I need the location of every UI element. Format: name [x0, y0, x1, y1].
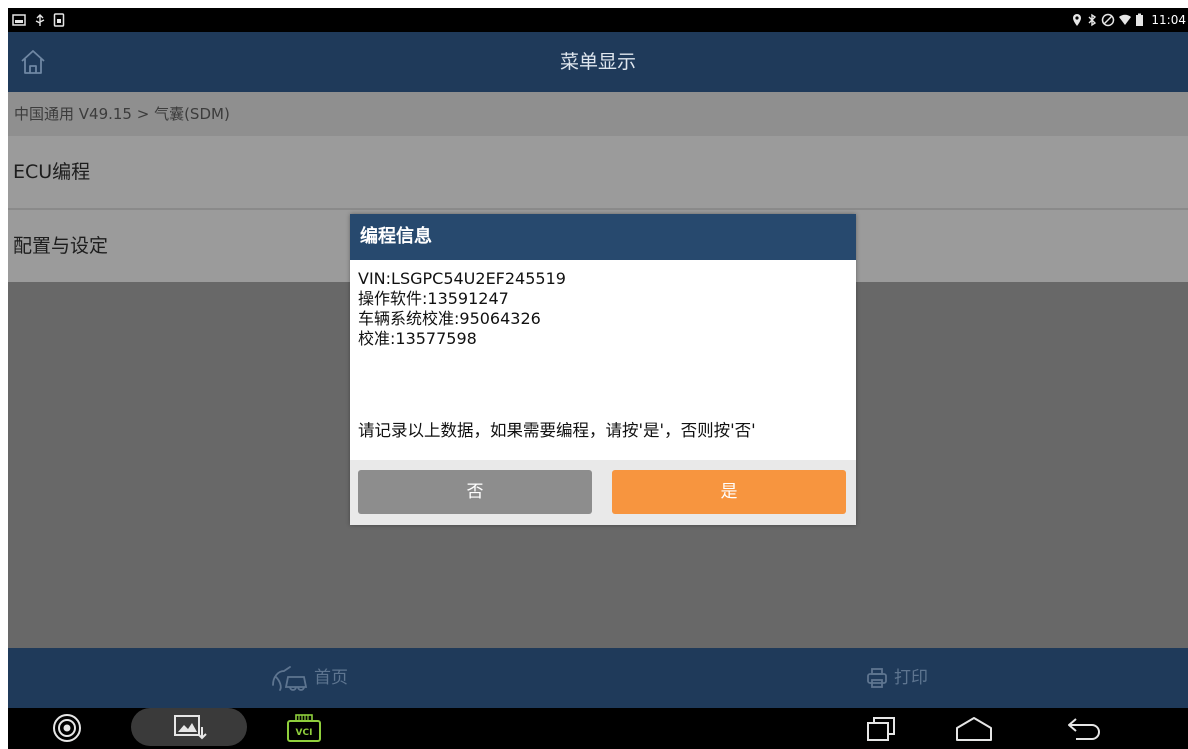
no-button[interactable]: 否 [358, 470, 592, 514]
bottom-toolbar: 首页 打印 [8, 648, 1188, 708]
dialog-body: VIN:LSGPC54U2EF245519 操作软件:13591247 车辆系统… [358, 269, 853, 349]
home-car-icon [272, 666, 308, 691]
home-nav-icon[interactable] [954, 716, 994, 742]
page-title: 菜单显示 [559, 51, 636, 73]
back-icon[interactable] [1066, 716, 1102, 742]
menu-item-label: ECU编程 [13, 161, 91, 183]
vin-line: VIN:LSGPC54U2EF245519 [358, 269, 566, 288]
yes-button[interactable]: 是 [612, 470, 846, 514]
home-page-button[interactable]: 首页 [270, 648, 348, 708]
screenshot-button[interactable] [131, 708, 247, 746]
navigation-bar: VCI [8, 708, 1188, 749]
gallery-icon [174, 715, 207, 740]
recent-apps-icon[interactable] [865, 716, 897, 742]
battery-icon [1136, 13, 1143, 26]
breadcrumb: 中国通用 V49.15 > 气囊(SDM) [8, 92, 1188, 136]
dialog-note: 请记录以上数据，如果需要编程，请按'是'，否则按'否' [358, 421, 756, 440]
dialog-header: 编程信息 [350, 214, 856, 260]
menu-item-ecu-programming[interactable]: ECU编程 [8, 136, 1188, 208]
home-icon[interactable] [18, 48, 48, 76]
vci-label: VCI [296, 728, 313, 738]
menu-item-label: 配置与设定 [13, 235, 109, 257]
operating-software-line: 操作软件:13591247 [358, 289, 509, 308]
bluetooth-icon [1088, 13, 1097, 27]
dialog-title: 编程信息 [360, 226, 432, 247]
usb-icon [35, 14, 45, 26]
vehicle-system-calibration-line: 车辆系统校准:95064326 [358, 309, 541, 328]
screenshot-notification-icon [12, 14, 26, 26]
print-button[interactable]: 打印 [866, 648, 928, 708]
sd-card-icon [53, 13, 65, 27]
status-bar: 11:04 [8, 8, 1188, 32]
camera-lens-icon[interactable] [51, 713, 83, 743]
top-strip [0, 0, 1188, 8]
vci-icon[interactable]: VCI [285, 712, 323, 744]
home-page-label: 首页 [314, 668, 348, 688]
location-icon [1073, 14, 1081, 26]
printer-icon [867, 668, 887, 688]
wifi-icon [1119, 14, 1131, 25]
breadcrumb-text: 中国通用 V49.15 > 气囊(SDM) [14, 105, 230, 123]
dialog-footer: 否 是 [350, 460, 856, 525]
print-label: 打印 [894, 668, 928, 688]
do-not-disturb-icon [1101, 13, 1115, 27]
title-bar: 菜单显示 [8, 32, 1188, 92]
status-time: 11:04 [1151, 13, 1186, 27]
programming-info-dialog: 编程信息 VIN:LSGPC54U2EF245519 操作软件:13591247… [350, 214, 856, 525]
calibration-line: 校准:13577598 [358, 329, 477, 348]
